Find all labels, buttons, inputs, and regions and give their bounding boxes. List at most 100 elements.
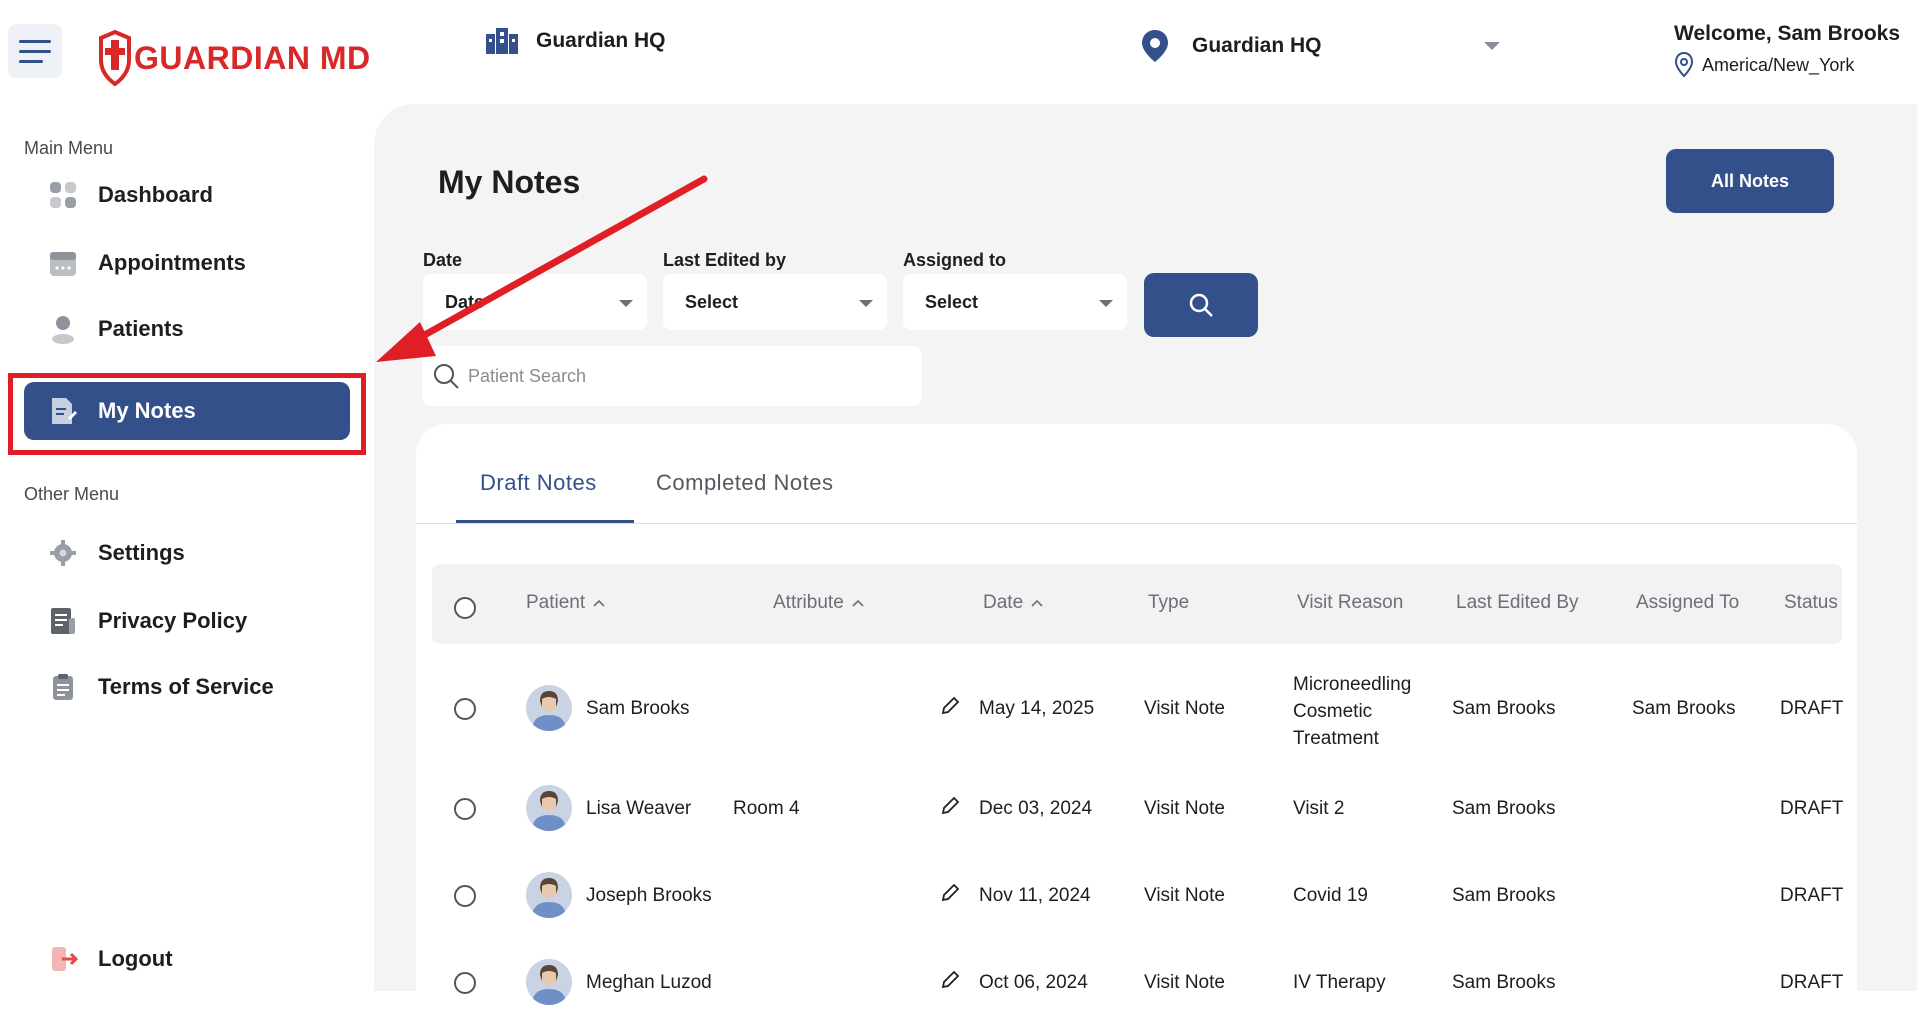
location-select[interactable]: Guardian HQ — [1140, 26, 1500, 66]
sort-up-icon — [1031, 599, 1043, 607]
status-badge: DRAFT — [1780, 698, 1844, 719]
edit-pencil-icon[interactable] — [940, 970, 960, 996]
patient-search-box[interactable] — [422, 346, 922, 406]
shield-cross-logo-icon — [99, 30, 131, 86]
sidebar-item-label: Dashboard — [98, 182, 213, 207]
column-header-attribute[interactable]: Attribute — [773, 592, 864, 614]
tab-completed-notes[interactable]: Completed Notes — [656, 470, 833, 496]
sidebar-item-label: Settings — [98, 540, 185, 565]
column-header-status[interactable]: Status — [1784, 592, 1838, 614]
row-select-radio[interactable] — [454, 885, 476, 907]
select-all-radio[interactable] — [454, 597, 476, 619]
note-date: Dec 03, 2024 — [979, 798, 1093, 819]
sidebar-item-label: Privacy Policy — [98, 608, 248, 633]
facility-label: Guardian HQ — [486, 28, 666, 54]
edit-pencil-icon[interactable] — [940, 796, 960, 822]
note-date: May 14, 2025 — [979, 698, 1095, 719]
timezone-text: America/New_York — [1702, 54, 1855, 75]
column-header-patient[interactable]: Patient — [526, 592, 605, 614]
assigned-filter-select[interactable]: Select — [903, 274, 1127, 330]
other-menu-label: Other Menu — [24, 484, 120, 504]
sidebar-item-dashboard[interactable]: Dashboard — [24, 166, 350, 224]
dashboard-icon — [48, 180, 78, 210]
gear-icon — [48, 538, 78, 568]
sidebar-item-appointments[interactable]: Appointments — [24, 234, 350, 292]
sidebar-item-label: Appointments — [98, 250, 246, 275]
note-type: Visit Note — [1144, 885, 1225, 906]
date-filter-select[interactable]: Date — [423, 274, 647, 330]
chevron-down-icon — [1099, 300, 1113, 307]
visit-reason: Covid 19 — [1293, 885, 1368, 906]
patient-name[interactable]: Joseph Brooks — [586, 885, 712, 907]
visit-reason: Visit 2 — [1293, 798, 1345, 819]
app-logo[interactable]: GUARDIAN MD — [98, 30, 371, 86]
facility-name: Guardian HQ — [536, 29, 666, 52]
edit-pencil-icon[interactable] — [940, 883, 960, 909]
last-edited-by: Sam Brooks — [1452, 698, 1556, 719]
tab-draft-notes[interactable]: Draft Notes — [480, 470, 597, 496]
notes-tabs: Draft Notes Completed Notes — [416, 424, 1857, 524]
location-select-value: Guardian HQ — [1192, 34, 1322, 57]
patient-search-input[interactable] — [468, 365, 888, 387]
logout-button[interactable]: Logout — [24, 930, 350, 988]
search-button[interactable] — [1144, 273, 1258, 337]
status-badge: DRAFT — [1780, 885, 1844, 906]
welcome-text: Welcome, Sam Brooks — [1674, 22, 1901, 45]
chevron-down-icon — [1484, 42, 1500, 50]
hamburger-menu-button[interactable] — [8, 24, 62, 78]
table-row[interactable]: Meghan Luzod Oct 06, 2024 Visit Note IV … — [432, 926, 1843, 1016]
visit-reason: Microneedling Cosmetic Treatment — [1293, 674, 1412, 749]
building-icon — [486, 28, 518, 54]
date-filter-value: Date — [445, 291, 485, 312]
column-header-date[interactable]: Date — [983, 592, 1043, 614]
main-content: My Notes All Notes Date Date Last Edited… — [374, 104, 1917, 1024]
edit-pencil-icon[interactable] — [940, 696, 960, 722]
column-header-last-edited-by[interactable]: Last Edited By — [1456, 592, 1579, 614]
sidebar-item-patients[interactable]: Patients — [24, 300, 350, 358]
last-edited-filter-select[interactable]: Select — [663, 274, 887, 330]
document-icon — [48, 606, 78, 636]
clipboard-icon — [48, 672, 78, 702]
date-filter-label: Date — [423, 250, 463, 270]
sidebar-item-settings[interactable]: Settings — [24, 524, 350, 582]
sidebar-item-label: Terms of Service — [98, 674, 274, 699]
sidebar-item-label: Patients — [98, 316, 184, 341]
chevron-down-icon — [859, 300, 873, 307]
user-icon — [48, 314, 78, 344]
sort-up-icon — [852, 599, 864, 607]
assigned-filter-label: Assigned to — [903, 250, 1007, 270]
last-edited-filter-label: Last Edited by — [663, 250, 787, 270]
column-header-visit-reason[interactable]: Visit Reason — [1297, 592, 1403, 614]
note-type: Visit Note — [1144, 698, 1225, 719]
logout-label: Logout — [98, 946, 173, 971]
search-icon — [1189, 293, 1213, 317]
patient-name[interactable]: Lisa Weaver — [586, 798, 691, 820]
column-header-assigned-to[interactable]: Assigned To — [1636, 592, 1739, 614]
table-header: Patient Attribute Date Type Visit Reason… — [432, 564, 1842, 644]
main-menu-label: Main Menu — [24, 138, 114, 158]
search-icon — [434, 364, 459, 389]
page-title: My Notes — [438, 164, 581, 200]
active-tab-indicator — [456, 520, 634, 523]
annotation-highlight-box — [8, 373, 366, 455]
column-header-type[interactable]: Type — [1148, 592, 1189, 614]
chevron-down-icon — [619, 300, 633, 307]
sidebar-item-terms-of-service[interactable]: Terms of Service — [24, 658, 350, 716]
note-date: Nov 11, 2024 — [979, 885, 1091, 906]
avatar — [526, 872, 572, 918]
assigned-filter-value: Select — [925, 291, 979, 312]
sort-up-icon — [593, 599, 605, 607]
table-row[interactable]: Sam Brooks May 14, 2025 Visit Note Micro… — [432, 652, 1844, 749]
all-notes-button[interactable]: All Notes — [1666, 149, 1834, 213]
logout-icon — [48, 944, 78, 974]
logo-text: GUARDIAN MD — [134, 39, 371, 76]
patient-name[interactable]: Sam Brooks — [586, 698, 689, 720]
last-edited-by: Sam Brooks — [1452, 798, 1556, 819]
sidebar-item-privacy-policy[interactable]: Privacy Policy — [24, 592, 350, 650]
user-welcome: Welcome, Sam Brooks America/New_York — [1674, 22, 1900, 78]
row-select-radio[interactable] — [454, 698, 476, 720]
table-row[interactable]: Joseph Brooks Nov 11, 2024 Visit Note Co… — [432, 839, 1844, 929]
table-row[interactable]: Lisa Weaver Room 4 Dec 03, 2024 Visit No… — [432, 752, 1843, 842]
row-select-radio[interactable] — [454, 798, 476, 820]
avatar — [526, 785, 572, 831]
